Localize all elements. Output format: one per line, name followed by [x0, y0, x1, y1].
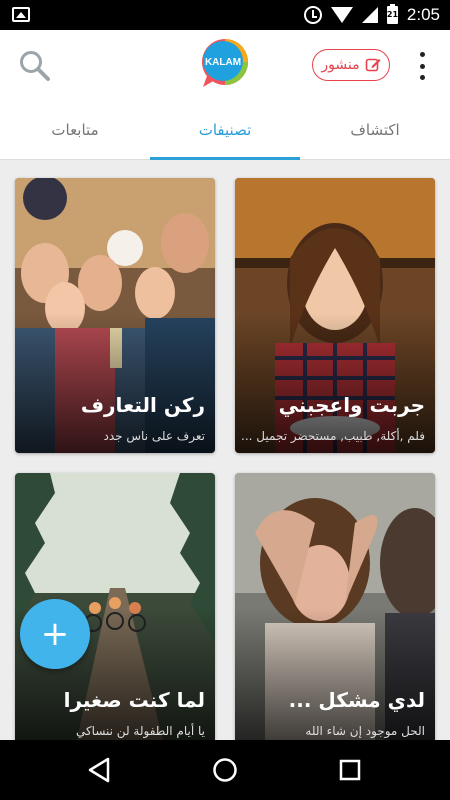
category-card-meet-corner[interactable]: ركن التعارف تعرف على ناس جدد — [15, 178, 215, 453]
category-card-tried-liked[interactable]: جربت واعجبني فلم ,أكلة, طبيب, مستحضر تجم… — [235, 178, 435, 453]
alarm-icon — [303, 6, 322, 24]
post-button-label: منشور — [321, 57, 360, 73]
card-shade — [235, 608, 435, 740]
app-bar: KALAM منشور — [0, 30, 450, 100]
battery-icon: 21 — [386, 4, 398, 24]
status-bar: 21 2:05 — [0, 0, 450, 30]
dot-icon — [419, 52, 425, 57]
add-post-fab[interactable]: + — [20, 599, 90, 669]
home-button[interactable] — [207, 752, 243, 788]
category-card-problem[interactable]: لدي مشكل ... الحل موجود إن شاء الله — [235, 473, 435, 740]
tab-categories[interactable]: تصنيفات — [150, 100, 300, 160]
clock-time: 2:05 — [406, 5, 440, 24]
navigation-bar — [0, 740, 450, 800]
search-icon — [20, 51, 50, 81]
dot-icon — [419, 63, 425, 69]
edit-icon — [365, 58, 381, 72]
card-title: لما كنت صغيرا — [63, 688, 205, 712]
tab-following[interactable]: متابعات — [0, 100, 150, 160]
overflow-menu-button[interactable] — [412, 52, 432, 80]
card-subtitle: تعرف على ناس جدد — [103, 429, 205, 443]
card-title: لدي مشكل ... — [288, 688, 425, 712]
logo-text: KALAM — [205, 57, 241, 68]
recents-button[interactable] — [332, 752, 368, 788]
card-subtitle: الحل موجود إن شاء الله — [305, 724, 425, 738]
signal-icon — [361, 7, 378, 23]
post-button[interactable]: منشور — [312, 49, 390, 81]
recents-square-icon — [339, 759, 361, 781]
image-icon — [12, 7, 30, 22]
kalam-logo: KALAM — [202, 39, 248, 87]
tab-discover[interactable]: اكتشاف — [300, 100, 450, 160]
back-button[interactable] — [82, 752, 118, 788]
back-triangle-icon — [88, 757, 110, 783]
dot-icon — [419, 75, 425, 80]
card-title: ركن التعارف — [80, 393, 205, 417]
search-button[interactable] — [18, 49, 52, 83]
card-subtitle: يا أيام الطفولة لن ننساكي — [75, 724, 205, 738]
plus-icon: + — [40, 614, 70, 654]
card-subtitle: فلم ,أكلة, طبيب, مستحضر تجميل ... — [241, 429, 425, 443]
card-title: جربت واعجبني — [278, 393, 425, 417]
tab-bar: متابعات تصنيفات اكتشاف — [0, 100, 450, 160]
wifi-icon — [330, 7, 353, 23]
home-circle-icon — [213, 758, 237, 782]
